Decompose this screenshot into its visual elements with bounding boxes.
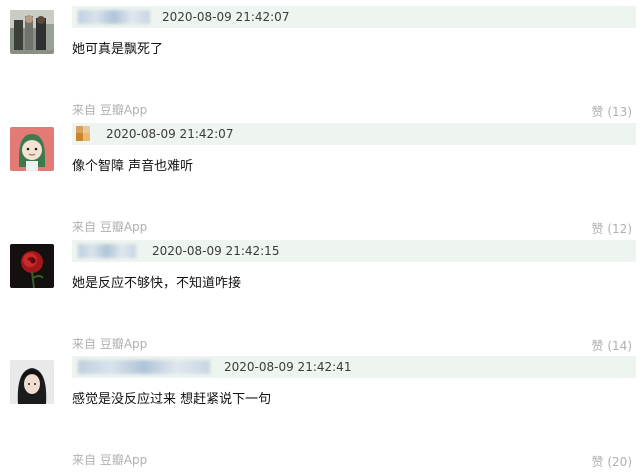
comment-item: 2020-08-09 21:42:41 感觉是没反应过来 想赶紧说下一句 来自 … [0, 356, 641, 473]
comment-header: 2020-08-09 21:42:41 [72, 356, 636, 378]
username[interactable] [78, 10, 150, 24]
dark-hair-person-avatar[interactable] [10, 360, 54, 404]
username[interactable] [78, 244, 136, 258]
comment-item: 2020-08-09 21:42:07 她可真是飘死了 来自 豆瓣App 赞 (… [0, 6, 641, 123]
like-button[interactable]: 赞 (13) [592, 104, 632, 120]
comment-item: 2020-08-09 21:42:15 她是反应不够快，不知道咋接 来自 豆瓣A… [0, 240, 641, 357]
comment-header: 2020-08-09 21:42:15 [72, 240, 636, 262]
comment-timestamp: 2020-08-09 21:42:07 [106, 127, 234, 141]
comment-source: 来自 豆瓣App [72, 220, 148, 234]
username[interactable] [78, 360, 210, 374]
comment-source: 来自 豆瓣App [72, 103, 148, 117]
comment-source: 来自 豆瓣App [72, 337, 148, 351]
people-photo-avatar[interactable] [10, 10, 54, 54]
comment-item: 2020-08-09 21:42:07 像个智障 声音也难听 来自 豆瓣App … [0, 123, 641, 240]
comment-text: 她可真是飘死了 [72, 42, 164, 57]
comment-header: 2020-08-09 21:42:07 [72, 6, 636, 28]
red-flower-avatar[interactable] [10, 244, 54, 288]
like-button[interactable]: 赞 (14) [592, 338, 632, 354]
user-badge-icon[interactable] [76, 126, 90, 141]
comment-timestamp: 2020-08-09 21:42:41 [224, 360, 352, 374]
comment-text: 感觉是没反应过来 想赶紧说下一句 [72, 392, 272, 407]
comment-source: 来自 豆瓣App [72, 453, 148, 467]
comment-text: 她是反应不够快，不知道咋接 [72, 276, 242, 291]
like-button[interactable]: 赞 (12) [592, 221, 632, 237]
comment-timestamp: 2020-08-09 21:42:07 [162, 10, 290, 24]
cartoon-green-hood-avatar[interactable] [10, 127, 54, 171]
comment-text: 像个智障 声音也难听 [72, 159, 194, 174]
comment-header: 2020-08-09 21:42:07 [72, 123, 636, 145]
comment-timestamp: 2020-08-09 21:42:15 [152, 244, 280, 258]
